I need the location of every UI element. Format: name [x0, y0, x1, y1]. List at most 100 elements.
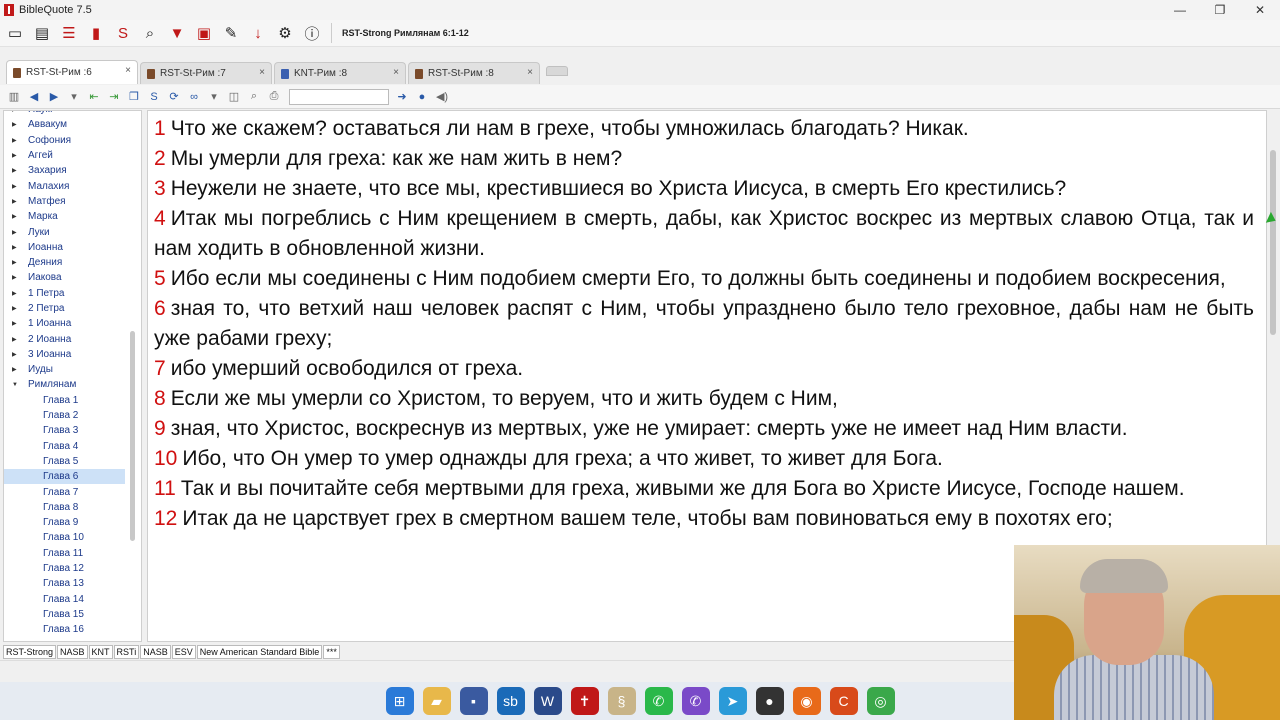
tree-book-item[interactable]: ▶ 1 Петра: [4, 286, 141, 301]
tree-book-item[interactable]: ▶ Иоанна: [4, 240, 141, 255]
tree-chapter-item[interactable]: Глава 14: [4, 592, 141, 607]
module-button[interactable]: New American Standard Bible: [196, 645, 323, 659]
minimize-button[interactable]: —: [1160, 0, 1200, 20]
verse-number[interactable]: 12: [154, 507, 177, 530]
forward-icon[interactable]: ▶: [45, 88, 63, 106]
verse-number[interactable]: 7: [154, 357, 166, 380]
sidebar-scrollbar-thumb[interactable]: [130, 331, 135, 541]
tree-book-item[interactable]: ▶Наум: [4, 111, 141, 117]
go-icon[interactable]: ➜: [393, 88, 411, 106]
tree-book-item[interactable]: ▶ Марка: [4, 209, 141, 224]
tree-book-item[interactable]: ▶ Деяния: [4, 255, 141, 270]
tree-book-item[interactable]: ▶ Аггей: [4, 148, 141, 163]
new-window-icon[interactable]: ▤: [30, 21, 54, 45]
tree-book-item[interactable]: ▶ 1 Иоанна: [4, 316, 141, 331]
tree-book-item[interactable]: ▶ Захария: [4, 163, 141, 178]
tree-chapter-item[interactable]: Глава 6: [4, 469, 125, 485]
expanded-arrow-icon[interactable]: ▼: [12, 382, 28, 388]
tab-knt-rom-8[interactable]: KNT-Рим :8 ×: [274, 62, 406, 84]
collapsed-arrow-icon[interactable]: ▶: [12, 167, 28, 174]
ccleaner-icon[interactable]: C: [829, 687, 858, 715]
verse-number[interactable]: 5: [154, 267, 166, 290]
file-explorer-icon[interactable]: ▰: [422, 687, 451, 715]
tree-book-item[interactable]: ▶ Луки: [4, 224, 141, 239]
sync-icon[interactable]: ⟳: [165, 88, 183, 106]
history-dropdown-icon[interactable]: ▾: [65, 88, 83, 106]
viber-icon[interactable]: ✆: [681, 687, 710, 715]
speaker-icon[interactable]: ◀): [433, 88, 451, 106]
text-scrollbar-thumb[interactable]: [1270, 150, 1276, 335]
tree-chapter-item[interactable]: Глава 9: [4, 515, 141, 530]
strong-numbers-icon[interactable]: S: [145, 88, 163, 106]
verse-number[interactable]: 9: [154, 417, 166, 440]
verse-number[interactable]: 6: [154, 297, 166, 320]
whatsapp-icon[interactable]: ✆: [644, 687, 673, 715]
tree-book-item[interactable]: ▶ 3 Иоанна: [4, 347, 141, 362]
word-icon[interactable]: W: [533, 687, 562, 715]
collapsed-arrow-icon[interactable]: ▶: [12, 290, 28, 297]
tree-chapter-item[interactable]: Глава 3: [4, 423, 141, 438]
strongs-icon[interactable]: S: [111, 21, 135, 45]
tree-book-item[interactable]: ▶ 2 Петра: [4, 301, 141, 316]
module-button[interactable]: NASB: [140, 645, 171, 659]
verse-number[interactable]: 1: [154, 117, 166, 140]
verse-number[interactable]: 4: [154, 207, 166, 230]
tree-book-item[interactable]: ▶ Софония: [4, 133, 141, 148]
collapsed-arrow-icon[interactable]: ▶: [12, 351, 28, 358]
save-icon[interactable]: ▪: [459, 687, 488, 715]
tree-book-item[interactable]: ▶ Аввакум: [4, 117, 141, 132]
tree-book-item[interactable]: ▶ Матфея: [4, 194, 141, 209]
verse-number[interactable]: 3: [154, 177, 166, 200]
tree-chapter-item[interactable]: Глава 4: [4, 439, 141, 454]
module-button[interactable]: RST-Strong: [3, 645, 57, 659]
tree-chapter-item[interactable]: Глава 7: [4, 484, 141, 499]
close-tab-icon[interactable]: ×: [259, 67, 265, 78]
find-icon[interactable]: ⌕: [245, 88, 263, 106]
telegram-icon[interactable]: ➤: [718, 687, 747, 715]
collapsed-arrow-icon[interactable]: ▶: [12, 229, 28, 236]
tree-chapter-item[interactable]: Глава 15: [4, 607, 141, 622]
close-tab-icon[interactable]: ×: [125, 65, 131, 76]
sidebar-scrollbar[interactable]: [129, 111, 137, 641]
close-tab-icon[interactable]: ×: [393, 67, 399, 78]
quick-search-input[interactable]: [289, 88, 389, 105]
module-button[interactable]: KNT: [88, 645, 113, 659]
prev-chapter-icon[interactable]: ⇤: [85, 88, 103, 106]
tree-chapter-item[interactable]: Глава 12: [4, 561, 141, 576]
verse-number[interactable]: 10: [154, 447, 177, 470]
collapsed-arrow-icon[interactable]: ▶: [12, 244, 28, 251]
new-tab-button[interactable]: [546, 66, 568, 76]
search-icon[interactable]: ⌕: [138, 21, 162, 45]
collapsed-arrow-icon[interactable]: ▶: [12, 183, 28, 190]
module-button[interactable]: RSTi: [113, 645, 140, 659]
verse-number[interactable]: 8: [154, 387, 166, 410]
lines-icon[interactable]: ☰: [57, 21, 81, 45]
info-icon[interactable]: ⓘ: [300, 21, 324, 45]
copy-icon[interactable]: ❐: [125, 88, 143, 106]
collapsed-arrow-icon[interactable]: ▶: [12, 152, 28, 159]
info-icon[interactable]: ●: [413, 88, 431, 106]
memo-icon[interactable]: ▣: [192, 21, 216, 45]
windows-icon[interactable]: ⊞: [385, 687, 414, 715]
next-chapter-icon[interactable]: ⇥: [105, 88, 123, 106]
close-button[interactable]: ✕: [1240, 0, 1280, 20]
chat-icon[interactable]: ●: [755, 687, 784, 715]
tree-chapter-item[interactable]: Глава 2: [4, 408, 141, 423]
verse-number[interactable]: 11: [154, 477, 176, 500]
tree-book-item[interactable]: ▶ 2 Иоанна: [4, 331, 141, 346]
toggle-panel-icon[interactable]: ▥: [5, 88, 23, 106]
tree-chapter-item[interactable]: Глава 5: [4, 454, 141, 469]
book-icon[interactable]: ▮: [84, 21, 108, 45]
back-icon[interactable]: ◀: [25, 88, 43, 106]
collapsed-arrow-icon[interactable]: ▶: [12, 336, 28, 343]
print-icon[interactable]: ⎙: [265, 88, 283, 106]
close-tab-icon[interactable]: ×: [527, 67, 533, 78]
tree-chapter-item[interactable]: Глава 16: [4, 622, 141, 637]
tree-book-item[interactable]: ▼ Римлянам: [4, 377, 141, 392]
biblequote-icon[interactable]: ✝: [570, 687, 599, 715]
tree-chapter-item[interactable]: Глава 13: [4, 576, 141, 591]
bookmark-icon[interactable]: ▼: [165, 21, 189, 45]
firefox-icon[interactable]: ◉: [792, 687, 821, 715]
notes-icon[interactable]: ✎: [219, 21, 243, 45]
collapsed-arrow-icon[interactable]: ▶: [12, 274, 28, 281]
